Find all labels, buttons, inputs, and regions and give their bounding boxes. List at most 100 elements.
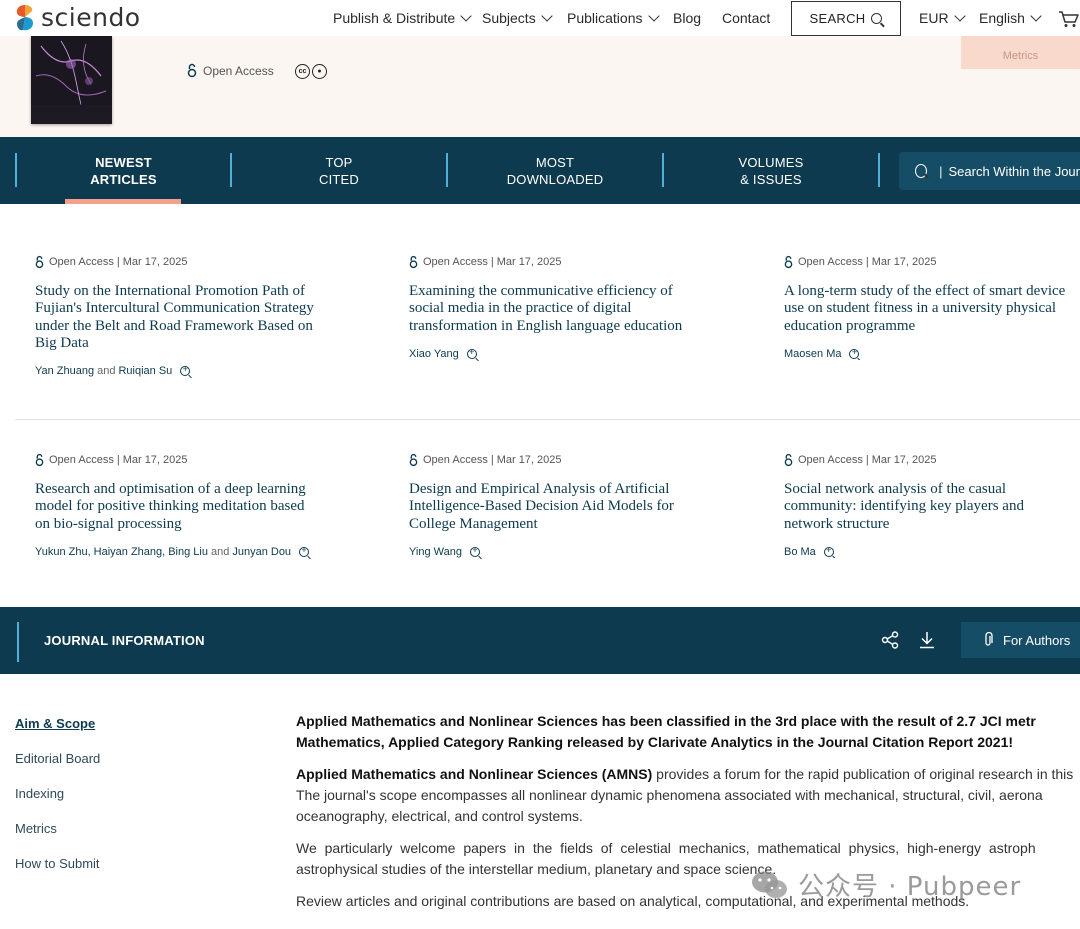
article-meta: Open Access | Mar 17, 2025 <box>35 453 365 467</box>
title-line: social media in the practice of digital <box>409 300 632 317</box>
title-line: Intelligence-Based Decision Aid Models f… <box>409 498 674 515</box>
logo-text: sciendo <box>41 3 141 32</box>
author-link[interactable]: Ying Wang <box>409 546 462 558</box>
currency-label: EUR <box>919 10 949 26</box>
sidebar-item-indexing[interactable]: Indexing <box>15 786 64 801</box>
title-line: network structure <box>784 515 890 532</box>
article-date: Mar 17, 2025 <box>122 256 188 268</box>
author-conjunction: and <box>210 545 230 558</box>
nav-publications[interactable]: Publications <box>567 10 660 26</box>
license-icons[interactable]: cc ● <box>295 64 327 79</box>
zoom-in-icon[interactable] <box>180 364 191 377</box>
author-link[interactable]: Ruiqian Su <box>118 365 172 377</box>
chevron-down-icon <box>460 10 472 22</box>
nav-label: Publish & Distribute <box>333 10 456 26</box>
journal-hero: Open Access cc ● <box>0 36 1080 137</box>
search-divider: | <box>939 163 943 179</box>
article-card: Open Access | Mar 17, 2025 Research and op… <box>35 453 365 558</box>
text-line: We particularly welcome papers in the fi… <box>296 840 1036 856</box>
article-card: Open Access | Mar 17, 2025 A long-term stu… <box>784 255 1080 360</box>
author-link[interactable]: Yukun Zhu <box>35 546 88 558</box>
article-date: Mar 17, 2025 <box>122 454 188 466</box>
sidebar-item-metrics[interactable]: Metrics <box>15 821 57 836</box>
nav-contact[interactable]: Contact <box>722 10 770 26</box>
nav-label: Blog <box>673 10 702 26</box>
zoom-in-icon[interactable] <box>470 545 480 557</box>
nav-subjects[interactable]: Subjects <box>482 10 553 26</box>
text-line: Applied Mathematics and Nonlinear Scienc… <box>296 713 1036 729</box>
text-fragment: provides a forum for the rapid publicati… <box>652 766 1074 782</box>
text-line: Applied Mathematics and Nonlinear Scienc… <box>296 764 1080 785</box>
open-access-icon <box>35 255 44 269</box>
search-placeholder: Search Within the Jour <box>948 163 1080 179</box>
author-link[interactable]: Bo Ma <box>784 546 816 558</box>
tab-label-line1: NEWEST <box>95 154 152 170</box>
sidebar-item-editorial-board[interactable]: Editorial Board <box>15 751 100 766</box>
watermark: 公众号 · Pubpeer <box>750 866 1021 903</box>
title-line: community: identifying key players and <box>784 498 1024 515</box>
access-label: Open Access <box>423 256 488 268</box>
author-link[interactable]: Xiao Yang <box>409 348 459 360</box>
article-title[interactable]: Social network analysis of the casual co… <box>784 481 1080 533</box>
search-icon <box>871 13 883 24</box>
article-title[interactable]: Design and Empirical Analysis of Artific… <box>409 481 739 533</box>
sciendo-logo[interactable]: sciendo <box>15 4 141 32</box>
article-meta: Open Access | Mar 17, 2025 <box>409 453 739 467</box>
author-link[interactable]: Yan Zhuang <box>35 365 94 377</box>
article-card: Open Access | Mar 17, 2025 Social network … <box>784 453 1080 558</box>
tab-label-line1: TOP <box>325 154 353 170</box>
tab-most-downloaded[interactable]: MOST DOWNLOADED <box>448 137 662 204</box>
author-link[interactable]: Junyan Dou <box>232 546 291 558</box>
search-button[interactable]: SEARCH <box>791 1 901 36</box>
open-access-icon <box>784 453 793 467</box>
zoom-in-icon[interactable] <box>466 347 477 359</box>
metrics-tab-label: Metrics <box>1002 50 1039 62</box>
title-line: Study on the International Promotion Pat… <box>35 283 305 299</box>
chevron-down-icon <box>647 10 660 22</box>
language-selector[interactable]: English <box>979 10 1042 26</box>
author-link[interactable]: Bing Liu <box>168 546 208 558</box>
text-line: Mathematics, Applied Category Ranking re… <box>296 734 1014 750</box>
chevron-down-icon <box>953 10 966 22</box>
article-card: Open Access | Mar 17, 2025 Examining the c… <box>409 255 739 360</box>
tab-label-line1: VOLUMES <box>738 154 804 170</box>
journal-cover-image[interactable] <box>31 36 112 124</box>
tab-top-cited[interactable]: TOP CITED <box>232 137 446 204</box>
tab-label-line1: MOST <box>535 154 575 170</box>
article-authors: Yukun Zhu, Haiyan Zhang, Bing Liu and Ju… <box>35 545 365 558</box>
metrics-tab[interactable]: Metrics <box>961 36 1080 69</box>
article-title[interactable]: Research and optimisation of a deep lear… <box>35 481 365 533</box>
sidebar-item-how-to-submit[interactable]: How to Submit <box>15 856 100 871</box>
zoom-in-icon[interactable] <box>849 347 860 359</box>
search-within-journal-input[interactable]: | Search Within the Jour <box>899 152 1080 190</box>
sidebar-item-aim-scope[interactable]: Aim & Scope <box>15 716 95 731</box>
for-authors-button[interactable]: For Authors <box>961 622 1080 658</box>
article-card: Open Access | Mar 17, 2025 Design and Empi… <box>409 453 739 558</box>
download-icon[interactable] <box>919 631 935 649</box>
title-line: education programme <box>784 317 916 334</box>
tab-newest-articles[interactable]: NEWEST ARTICLES <box>17 137 230 204</box>
journal-description: Applied Mathematics and Nonlinear Scienc… <box>296 764 1080 827</box>
watermark-text: 公众号 · Pubpeer <box>798 872 1022 902</box>
nav-publish-distribute[interactable]: Publish & Distribute <box>333 10 472 26</box>
row-divider <box>15 419 1080 420</box>
zoom-in-icon[interactable] <box>823 545 834 557</box>
active-tab-indicator <box>65 199 181 204</box>
zoom-in-icon[interactable] <box>299 545 310 557</box>
currency-selector[interactable]: EUR <box>919 10 966 26</box>
tab-volumes-issues[interactable]: VOLUMES & ISSUES <box>664 137 878 204</box>
nav-label: Publications <box>567 10 643 26</box>
text-line: The journal's scope encompasses all nonl… <box>296 787 1043 803</box>
share-icon[interactable] <box>881 631 899 649</box>
chevron-down-icon <box>541 10 553 22</box>
nav-blog[interactable]: Blog <box>673 10 701 26</box>
author-link[interactable]: Maosen Ma <box>784 348 841 360</box>
article-title[interactable]: Examining the communicative efficiency o… <box>409 283 739 335</box>
title-line: model for positive thinking meditation b… <box>35 498 305 515</box>
cart-icon[interactable] <box>1058 10 1080 28</box>
article-title[interactable]: A long-term study of the effect of smart… <box>784 283 1080 335</box>
open-access-label: Open Access <box>203 63 274 78</box>
article-meta: Open Access | Mar 17, 2025 <box>409 255 739 269</box>
author-link[interactable]: Haiyan Zhang <box>94 546 163 558</box>
article-title[interactable]: Study on the International Promotion Pat… <box>35 283 365 352</box>
